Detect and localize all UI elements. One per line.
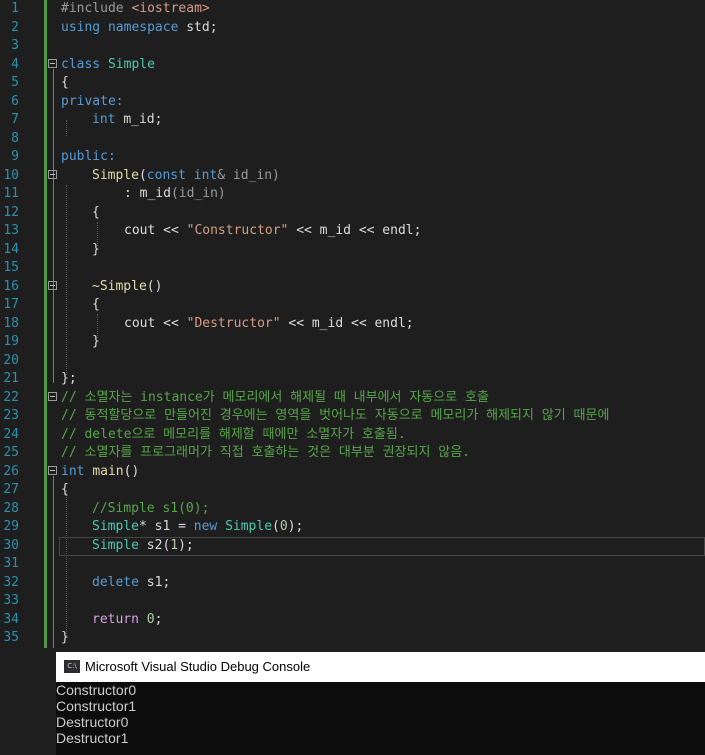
console-output-line: Destructor1 (56, 730, 129, 746)
code-line-2[interactable]: using namespace std; (61, 19, 218, 38)
code-line-1[interactable]: #include <iostream> (61, 0, 210, 19)
code-line-16[interactable]: ~Simple() (92, 278, 162, 297)
line-number: 11 (3, 186, 19, 201)
debug-console-window[interactable]: C:\ Microsoft Visual Studio Debug Consol… (56, 652, 705, 755)
code-line-32[interactable]: delete s1; (92, 574, 170, 593)
line-number: 2 (11, 19, 19, 35)
line-number: 13 (3, 223, 19, 238)
code-line-13[interactable]: cout << "Constructor" << m_id << endl; (124, 222, 421, 241)
line-number: 16 (3, 278, 19, 294)
code-line-29[interactable]: Simple* s1 = new Simple(0); (92, 518, 303, 537)
line-number: 22 (3, 389, 19, 405)
line-number: 6 (11, 93, 19, 109)
line-number: 8 (11, 130, 19, 146)
line-number: 5 (11, 75, 19, 90)
line-number: 1 (11, 1, 19, 16)
line-number: 28 (3, 500, 19, 516)
console-output: Constructor0 Constructor1 Destructor0 De… (56, 682, 136, 746)
console-title-bar[interactable]: C:\ Microsoft Visual Studio Debug Consol… (56, 652, 705, 682)
code-line-35[interactable]: } (61, 629, 69, 648)
line-number: 7 (11, 112, 19, 127)
code-editor[interactable]: 1 #include <iostream> 2 using namespace st… (0, 0, 705, 652)
code-line-17[interactable]: { (92, 296, 100, 315)
code-line-27[interactable]: { (61, 481, 69, 500)
console-output-line: Constructor1 (56, 698, 137, 714)
code-line-24[interactable]: // delete으로 메모리를 해제할 때에만 소멸자가 호출됨. (61, 426, 406, 445)
line-number: 12 (3, 204, 19, 220)
line-number: 18 (3, 315, 19, 331)
console-output-line: Constructor0 (56, 682, 137, 698)
code-line-10[interactable]: Simple(const int& id_in) (92, 167, 280, 186)
code-line-30[interactable]: Simple s2(1); (92, 537, 194, 556)
line-number: 3 (11, 38, 19, 53)
line-number: 32 (3, 574, 19, 590)
line-number: 29 (3, 519, 19, 534)
line-number: 4 (11, 56, 19, 72)
code-line-4[interactable]: class Simple (61, 56, 155, 75)
code-line-22[interactable]: // 소멸자는 instance가 메모리에서 해제될 때 내부에서 자동으로 … (61, 389, 489, 408)
line-number: 33 (3, 593, 19, 608)
line-number: 35 (3, 630, 19, 645)
code-line-25[interactable]: // 소멸자를 프로그래머가 직접 호출하는 것은 대부분 권장되지 않음. (61, 444, 470, 463)
line-number: 30 (3, 537, 19, 553)
code-line-23[interactable]: // 동적할당으로 만들어진 경우에는 영역을 벗어나도 자동으로 메모리가 해… (61, 407, 609, 426)
line-number: 23 (3, 408, 19, 423)
line-number: 15 (3, 260, 19, 275)
line-number: 19 (3, 334, 19, 349)
code-line-26[interactable]: int main() (61, 463, 139, 482)
code-line-34[interactable]: return 0; (92, 611, 162, 630)
code-line-21[interactable]: }; (61, 370, 77, 389)
line-number: 34 (3, 611, 19, 627)
line-number: 17 (3, 297, 19, 312)
line-number: 21 (3, 371, 19, 386)
code-line-18[interactable]: cout << "Destructor" << m_id << endl; (124, 315, 414, 334)
console-output-line: Destructor0 (56, 714, 129, 730)
line-number: 26 (3, 463, 19, 479)
code-line-12[interactable]: { (92, 204, 100, 223)
code-line-19[interactable]: } (92, 333, 100, 352)
code-line-11[interactable]: : m_id(id_in) (124, 185, 226, 204)
line-number: 10 (3, 167, 19, 183)
console-app-icon: C:\ (64, 660, 80, 673)
line-number: 27 (3, 482, 19, 497)
code-line-7[interactable]: int m_id; (92, 111, 162, 130)
line-number: 9 (11, 149, 19, 164)
code-line-14[interactable]: } (92, 241, 100, 260)
line-number: 31 (3, 556, 19, 571)
line-number: 20 (3, 352, 19, 368)
code-line-5[interactable]: { (61, 74, 69, 93)
line-number: 14 (3, 241, 19, 257)
console-title: Microsoft Visual Studio Debug Console (85, 659, 311, 674)
code-line-6[interactable]: private: (61, 93, 124, 112)
code-line-9[interactable]: public: (61, 148, 116, 167)
line-number: 24 (3, 426, 19, 442)
line-number: 25 (3, 445, 19, 460)
code-line-28[interactable]: //Simple s1(0); (92, 500, 209, 519)
